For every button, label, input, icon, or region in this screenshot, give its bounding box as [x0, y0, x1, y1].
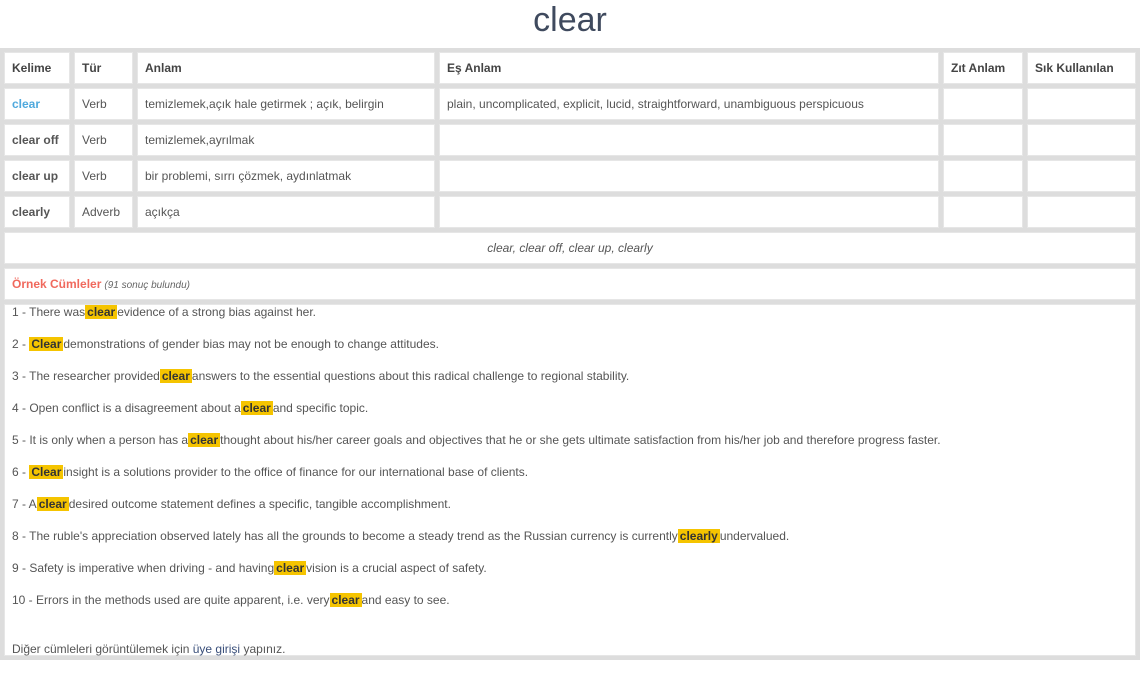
highlighted-word: Clear [29, 465, 64, 479]
word-antonyms [943, 88, 1023, 120]
header-kelime: Kelime [4, 52, 70, 84]
word-meaning: temizlemek,ayrılmak [137, 124, 435, 156]
sentence-text: desired outcome statement defines a spec… [68, 497, 451, 511]
examples-title: Örnek Cümleler [12, 277, 102, 291]
sentence-text: answers to the essential questions about… [191, 369, 630, 383]
dictionary-panel: Kelime Tür Anlam Eş Anlam Zıt Anlam Sık … [0, 48, 1140, 660]
word-type: Adverb [74, 196, 133, 228]
examples-header-row: Örnek Cümleler (91 sonuç bulundu) [4, 268, 1136, 300]
examples-list: 1 - There was clear evidence of a strong b… [4, 304, 1136, 656]
example-sentence: 4 - Open conflict is a disagreement abou… [12, 400, 1128, 432]
sentence-text: evidence of a strong bias against her. [117, 305, 316, 319]
example-sentence: 7 - Aclear desired outcome statement defi… [12, 496, 1128, 528]
examples-body-row: 1 - There was clear evidence of a strong b… [4, 304, 1136, 656]
word-link[interactable]: clear off [4, 124, 70, 156]
word-link[interactable]: clear [4, 88, 70, 120]
login-prompt-text-end: yapınız. [243, 642, 286, 656]
sentence-text: 2 - [12, 337, 30, 351]
word-meaning: bir problemi, sırrı çözmek, aydınlatmak [137, 160, 435, 192]
word-synonyms: plain, uncomplicated, explicit, lucid, s… [439, 88, 939, 120]
table-row: clearly Adverb açıkça [4, 196, 1136, 228]
sentence-text: and specific topic. [272, 401, 369, 415]
header-anlam: Anlam [137, 52, 435, 84]
example-sentence: 6 - Clear insight is a solutions provider… [12, 464, 1128, 496]
word-type: Verb [74, 88, 133, 120]
highlighted-word: clear [85, 305, 118, 319]
word-frequent [1027, 88, 1136, 120]
header-zit-anlam: Zıt Anlam [943, 52, 1023, 84]
sentence-text: 3 - The researcher provided [12, 369, 160, 383]
related-words-row: clear, clear off, clear up, clearly [4, 232, 1136, 264]
word-meaning: açıkça [137, 196, 435, 228]
example-sentence: 8 - The ruble's appreciation observed la… [12, 528, 1128, 560]
login-prompt: Diğer cümleleri görüntülemek için üye gi… [12, 642, 1128, 656]
sentence-text: 6 - [12, 465, 30, 479]
sentence-text: 8 - The ruble's appreciation observed la… [12, 529, 678, 543]
word-synonyms [439, 196, 939, 228]
sentence-text: 7 - A [12, 497, 37, 511]
sentence-text: vision is a crucial aspect of safety. [306, 561, 487, 575]
word-frequent [1027, 196, 1136, 228]
word-type: Verb [74, 124, 133, 156]
table-row: clear Verb temizlemek,açık hale getirmek… [4, 88, 1136, 120]
examples-header: Örnek Cümleler (91 sonuç bulundu) [4, 268, 1136, 300]
example-sentence: 10 - Errors in the methods used are quit… [12, 592, 1128, 624]
word-antonyms [943, 160, 1023, 192]
highlighted-word: clear [329, 593, 362, 607]
highlighted-word: clear [159, 369, 192, 383]
page-title: clear [533, 1, 607, 39]
word-synonyms [439, 160, 939, 192]
table-row: clear up Verb bir problemi, sırrı çözmek… [4, 160, 1136, 192]
word-antonyms [943, 196, 1023, 228]
example-sentence: 3 - The researcher provided clear answers … [12, 368, 1128, 400]
sentence-text: thought about his/her career goals and o… [220, 433, 941, 447]
word-synonyms [439, 124, 939, 156]
word-table: Kelime Tür Anlam Eş Anlam Zıt Anlam Sık … [0, 48, 1140, 660]
word-meaning: temizlemek,açık hale getirmek ; açık, be… [137, 88, 435, 120]
highlighted-word: clear [188, 433, 221, 447]
sentence-text: 9 - Safety is imperative when driving - … [12, 561, 275, 575]
sentence-text: 4 - Open conflict is a disagreement abou… [12, 401, 241, 415]
table-header-row: Kelime Tür Anlam Eş Anlam Zıt Anlam Sık … [4, 52, 1136, 84]
word-frequent [1027, 124, 1136, 156]
header-es-anlam: Eş Anlam [439, 52, 939, 84]
sentence-text: and easy to see. [361, 593, 450, 607]
header-sik-kullanilan: Sık Kullanılan [1027, 52, 1136, 84]
word-frequent [1027, 160, 1136, 192]
word-link[interactable]: clear up [4, 160, 70, 192]
highlighted-word: Clear [29, 337, 64, 351]
word-type: Verb [74, 160, 133, 192]
sentence-text: undervalued. [719, 529, 790, 543]
related-words: clear, clear off, clear up, clearly [4, 232, 1136, 264]
highlighted-word: clearly [677, 529, 720, 543]
sentence-text: demonstrations of gender bias may not be… [63, 337, 439, 351]
example-sentence: 1 - There was clear evidence of a strong b… [12, 304, 1128, 336]
login-link[interactable]: üye girişi [193, 642, 240, 656]
sentence-text: 5 - It is only when a person has a [12, 433, 189, 447]
sentence-text: 10 - Errors in the methods used are quit… [12, 593, 330, 607]
highlighted-word: clear [274, 561, 307, 575]
sentence-text: insight is a solutions provider to the o… [63, 465, 529, 479]
example-sentence: 2 - Clear demonstrations of gender bias m… [12, 336, 1128, 368]
word-antonyms [943, 124, 1023, 156]
word-link[interactable]: clearly [4, 196, 70, 228]
example-sentence: 5 - It is only when a person has a clear t… [12, 432, 1128, 464]
highlighted-word: clear [240, 401, 273, 415]
login-prompt-text: Diğer cümleleri görüntülemek için [12, 642, 190, 656]
highlighted-word: clear [36, 497, 69, 511]
table-row: clear off Verb temizlemek,ayrılmak [4, 124, 1136, 156]
example-sentence: 9 - Safety is imperative when driving - … [12, 560, 1128, 592]
examples-count: (91 sonuç bulundu) [104, 280, 190, 291]
header-tur: Tür [74, 52, 133, 84]
sentence-text: 1 - There was [12, 305, 86, 319]
